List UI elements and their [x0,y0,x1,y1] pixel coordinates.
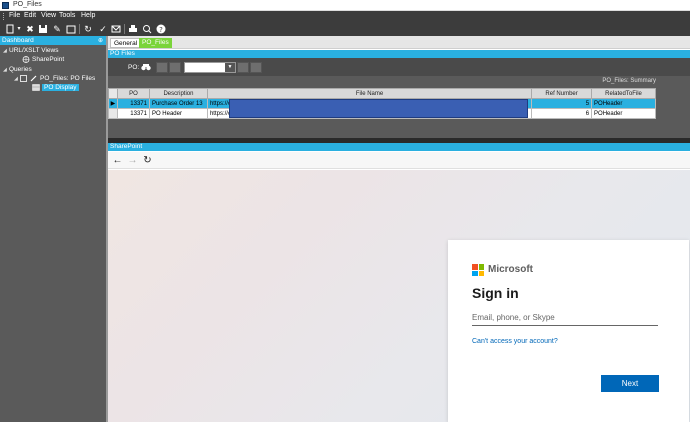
chevron-down-icon[interactable]: ▼ [225,63,235,72]
help-icon[interactable]: ? [156,24,166,34]
cant-access-link[interactable]: Can't access your account? [472,338,558,345]
grid-view-icon [32,84,40,91]
window-title: PO_Files [13,1,42,8]
query-icon [20,74,28,82]
next-button[interactable]: Next [601,375,659,392]
cell-related-to-file[interactable]: POHeader [591,108,656,119]
cell-po[interactable]: 13371 [116,108,150,119]
refresh-icon[interactable]: ↻ [142,155,153,166]
dashboard-header: Dashboard ⊕ [0,36,106,45]
tree-node-po-display[interactable]: PO Display [32,83,79,92]
menu-edit[interactable]: Edit [24,12,36,19]
save-icon[interactable] [38,24,48,34]
delete-icon[interactable]: ✖ [25,24,35,34]
svg-text:?: ? [159,26,163,34]
col-header-description[interactable]: Description [148,88,208,99]
nav-prev-button[interactable] [169,62,181,73]
po-label: PO: [128,64,140,71]
pin-icon[interactable]: ⊕ [98,37,103,44]
row-selector-icon[interactable]: ▶ [108,98,118,109]
edit-icon[interactable]: ✎ [52,24,62,34]
tree-node-queries[interactable]: ◢ Queries [3,65,32,74]
binoculars-icon[interactable] [141,63,151,71]
po-filter-bar: PO: ▼ [108,58,690,76]
tree-node-po-files-query[interactable]: ◢ PO_Files: PO Files [14,74,95,83]
toolbar-separator [124,24,125,34]
email-field[interactable] [472,310,658,326]
tree-node-url-xslt-views[interactable]: ◢ URL/XSLT Views [3,46,59,55]
menu-tools[interactable]: Tools [59,12,75,19]
tab-po-files[interactable]: PO_Files [139,38,172,48]
dropdown-arrow-icon[interactable]: ▾ [14,24,24,34]
dashboard-title: Dashboard [2,37,34,44]
tree-node-sharepoint[interactable]: SharePoint [22,55,64,64]
signin-title: Sign in [472,285,519,301]
print-preview-icon[interactable] [142,24,152,34]
toolbar: ▾ ✖ ✎ ↻ ✓ ? [0,22,690,36]
row-header-corner [108,88,118,99]
clear-icon[interactable] [66,24,76,34]
cell-description[interactable]: PO Header [148,108,208,119]
redaction-block [229,99,528,118]
cell-po[interactable]: 13371 [116,98,150,109]
main-panel: General PO_Files PO Files PO: ▼ PO_Files… [108,36,690,422]
nav-first-button[interactable] [156,62,168,73]
signin-card: Microsoft Sign in Can't access your acco… [448,240,689,422]
refresh-icon[interactable]: ↻ [83,24,93,34]
tools-icon[interactable]: ✓ [98,24,108,34]
left-panel: Dashboard ⊕ ◢ URL/XSLT Views SharePoint ◢… [0,36,106,422]
cell-description[interactable]: Purchase Order 13 [148,98,208,109]
microsoft-brand: Microsoft [488,264,533,275]
cell-ref-number[interactable]: 5 [531,98,593,109]
tab-strip: General PO_Files [108,36,690,49]
col-header-ref-number[interactable]: Ref Number [531,88,593,99]
col-header-file-name[interactable]: File Name [206,88,533,99]
signin-background: Microsoft Sign in Can't access your acco… [108,170,690,422]
menu-grip [3,13,5,20]
po-combo[interactable]: ▼ [184,62,236,73]
print-icon[interactable] [128,24,138,34]
sharepoint-header: SharePoint [108,143,690,151]
menu-help[interactable]: Help [81,12,95,19]
title-bar: PO_Files [0,0,690,11]
menu-view[interactable]: View [41,12,56,19]
forward-arrow-icon[interactable]: → [127,155,138,166]
row-selector[interactable] [108,108,118,119]
globe-icon [22,55,30,63]
browser-toolbar: ← → ↻ [108,152,690,169]
nav-last-button[interactable] [250,62,262,73]
grid-caption: PO_Files: Summary [602,78,656,84]
toolbar-separator [79,24,80,34]
email-icon[interactable] [111,24,121,34]
menu-file[interactable]: File [9,12,20,19]
cell-related-to-file[interactable]: POHeader [591,98,656,109]
nav-next-button[interactable] [237,62,249,73]
microsoft-logo-icon [472,264,484,276]
app-icon [2,2,9,9]
tab-general[interactable]: General [110,38,142,48]
col-header-related-to-file[interactable]: RelatedToFile [591,88,656,99]
back-arrow-icon[interactable]: ← [112,155,123,166]
cell-ref-number[interactable]: 6 [531,108,593,119]
col-header-po[interactable]: PO [116,88,150,99]
po-files-header: PO Files [108,50,690,58]
menu-bar: File Edit View Tools Help [0,11,690,22]
edit-query-icon [30,75,38,82]
